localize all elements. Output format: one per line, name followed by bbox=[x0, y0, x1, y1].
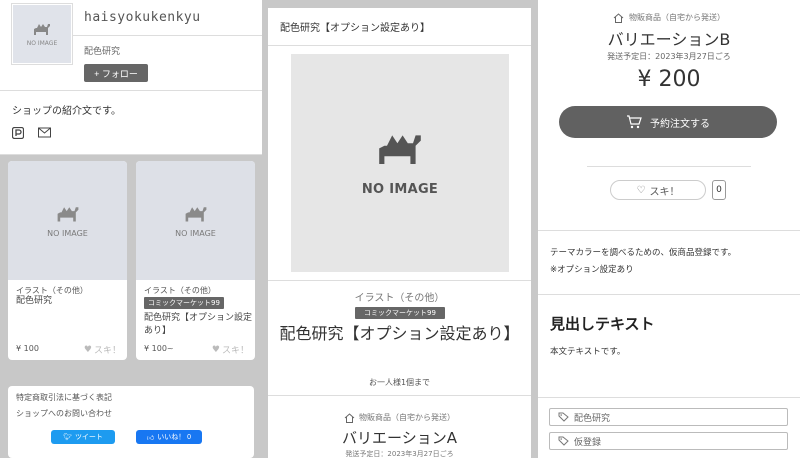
top-strip bbox=[268, 0, 531, 8]
variation-panel: 物販商品（自宅から発送） バリエーションB 発送予定日：2023年3月27日ごろ… bbox=[538, 0, 800, 458]
item-card[interactable]: NO IMAGE イラスト（その他） 配色研究 ¥ 100 ♥ スキ！ bbox=[8, 161, 127, 360]
shop-name[interactable]: haisyokukenkyu bbox=[84, 10, 201, 25]
tag-icon bbox=[558, 436, 569, 446]
noimage-placeholder: NO IMAGE bbox=[13, 5, 71, 63]
camel-icon bbox=[57, 206, 78, 221]
like-label: スキ！ bbox=[221, 346, 249, 356]
heart-outline-icon: ♡ bbox=[636, 184, 646, 196]
camel-icon bbox=[185, 206, 206, 221]
item-price: ¥ 100 bbox=[16, 344, 39, 353]
facebook-like-button[interactable]: 👍︎ いいね！ 0 bbox=[136, 430, 202, 444]
home-icon bbox=[344, 412, 355, 423]
divider bbox=[72, 35, 262, 36]
product-category[interactable]: イラスト（その他） bbox=[268, 289, 531, 304]
divider bbox=[538, 294, 800, 295]
divider bbox=[268, 45, 531, 46]
variation-name: バリエーションA bbox=[342, 429, 457, 447]
event-badge: コミックマーケット99 bbox=[144, 297, 224, 309]
divider bbox=[268, 280, 531, 281]
shop-footer: 特定商取引法に基づく表記 ショップへのお問い合わせ 🐦︎ ツイート 👍︎ いいね… bbox=[8, 386, 254, 458]
noimage-label: NO IMAGE bbox=[361, 181, 439, 197]
description-note: ※オプション設定あり bbox=[550, 265, 634, 275]
variation-name: バリエーションB bbox=[607, 30, 731, 49]
item-grid: NO IMAGE イラスト（その他） 配色研究 ¥ 100 ♥ スキ！ NO I… bbox=[0, 155, 262, 458]
product-image[interactable]: NO IMAGE bbox=[291, 54, 509, 272]
like-label: スキ！ bbox=[93, 346, 121, 356]
tag-icon bbox=[558, 412, 569, 422]
divider bbox=[538, 230, 800, 231]
noimage-label: NO IMAGE bbox=[175, 228, 216, 238]
shop-panel: NO IMAGE haisyokukenkyu 配色研究 + フォロー ショップ… bbox=[0, 0, 262, 458]
preorder-label: 予約注文する bbox=[650, 118, 710, 130]
content-heading: 見出しテキスト bbox=[550, 315, 655, 333]
follow-button[interactable]: + フォロー bbox=[84, 64, 148, 82]
tag-chip[interactable]: 仮登録 bbox=[549, 432, 788, 450]
mail-icon[interactable] bbox=[38, 127, 51, 138]
variation-type-label: 物販商品（自宅から発送） bbox=[359, 413, 455, 422]
tag-label: 配色研究 bbox=[574, 413, 611, 424]
pixiv-icon[interactable] bbox=[12, 127, 24, 139]
ship-date: 発送予定日：2023年3月27日ごろ bbox=[607, 52, 731, 61]
tweet-label: ツイート bbox=[74, 434, 103, 441]
item-card[interactable]: NO IMAGE イラスト（その他） コミックマーケット99 配色研究【オプショ… bbox=[136, 161, 255, 360]
variation-type-label: 物販商品（自宅から発送） bbox=[629, 13, 725, 22]
like-button[interactable]: ♥ スキ！ bbox=[211, 343, 249, 357]
fb-like-label: いいね！ 0 bbox=[157, 434, 192, 441]
like-count: 0 bbox=[712, 180, 726, 200]
item-category: イラスト（その他） bbox=[144, 286, 216, 295]
noimage-label: NO IMAGE bbox=[47, 228, 88, 238]
variation-type: 物販商品（自宅から発送） bbox=[538, 12, 800, 23]
thumbs-up-icon: 👍︎ bbox=[146, 434, 155, 442]
preorder-button[interactable]: 予約注文する bbox=[559, 106, 777, 138]
variation-price: ¥ 200 bbox=[637, 67, 701, 92]
divider bbox=[538, 397, 800, 398]
variation-type: 物販商品（自宅から発送） bbox=[268, 412, 531, 423]
contact-link[interactable]: ショップへのお問い合わせ bbox=[16, 408, 112, 419]
divider bbox=[587, 166, 751, 167]
divider bbox=[268, 395, 531, 396]
like-label: スキ！ bbox=[649, 186, 680, 198]
cart-icon bbox=[627, 115, 642, 129]
camel-icon bbox=[379, 134, 421, 164]
item-title[interactable]: 配色研究【オプション設定あり】 bbox=[144, 312, 252, 338]
shop-subtitle: 配色研究 bbox=[84, 47, 121, 57]
shop-intro-text: ショップの紹介文です。 bbox=[12, 106, 121, 117]
camel-icon bbox=[34, 23, 50, 35]
shop-avatar[interactable]: NO IMAGE bbox=[11, 3, 73, 65]
description-text: テーマカラーを調べるための、仮商品登録です。 bbox=[550, 248, 737, 258]
tweet-button[interactable]: 🐦︎ ツイート bbox=[51, 430, 115, 444]
home-icon bbox=[613, 12, 624, 23]
shop-intro: ショップの紹介文です。 bbox=[0, 91, 262, 155]
item-thumbnail[interactable]: NO IMAGE bbox=[8, 161, 127, 280]
noimage-label: NO IMAGE bbox=[26, 39, 58, 47]
content-body: 本文テキストです。 bbox=[550, 347, 626, 357]
product-header-title: 配色研究【オプション設定あり】 bbox=[280, 23, 430, 34]
shop-links bbox=[12, 127, 51, 139]
product-title: 配色研究【オプション設定あり】 bbox=[279, 324, 520, 343]
item-title[interactable]: 配色研究 bbox=[16, 295, 124, 308]
ship-date: 発送予定日：2023年3月27日ごろ bbox=[345, 450, 454, 458]
product-panel: 配色研究【オプション設定あり】 NO IMAGE イラスト（その他） コミックマ… bbox=[268, 0, 531, 458]
legal-link[interactable]: 特定商取引法に基づく表記 bbox=[16, 392, 112, 403]
tag-label: 仮登録 bbox=[574, 437, 602, 448]
twitter-icon: 🐦︎ bbox=[63, 434, 72, 441]
heart-icon: ♥ bbox=[83, 344, 92, 355]
purchase-limit: お一人様1個まで bbox=[368, 378, 431, 387]
like-button[interactable]: ♡ スキ！ bbox=[610, 180, 706, 200]
like-button[interactable]: ♥ スキ！ bbox=[83, 343, 121, 357]
item-thumbnail[interactable]: NO IMAGE bbox=[136, 161, 255, 280]
tag-chip[interactable]: 配色研究 bbox=[549, 408, 788, 426]
shop-header: NO IMAGE haisyokukenkyu 配色研究 + フォロー bbox=[0, 0, 262, 91]
heart-icon: ♥ bbox=[211, 344, 220, 355]
event-badge: コミックマーケット99 bbox=[355, 307, 445, 319]
item-price: ¥ 100~ bbox=[144, 344, 174, 353]
